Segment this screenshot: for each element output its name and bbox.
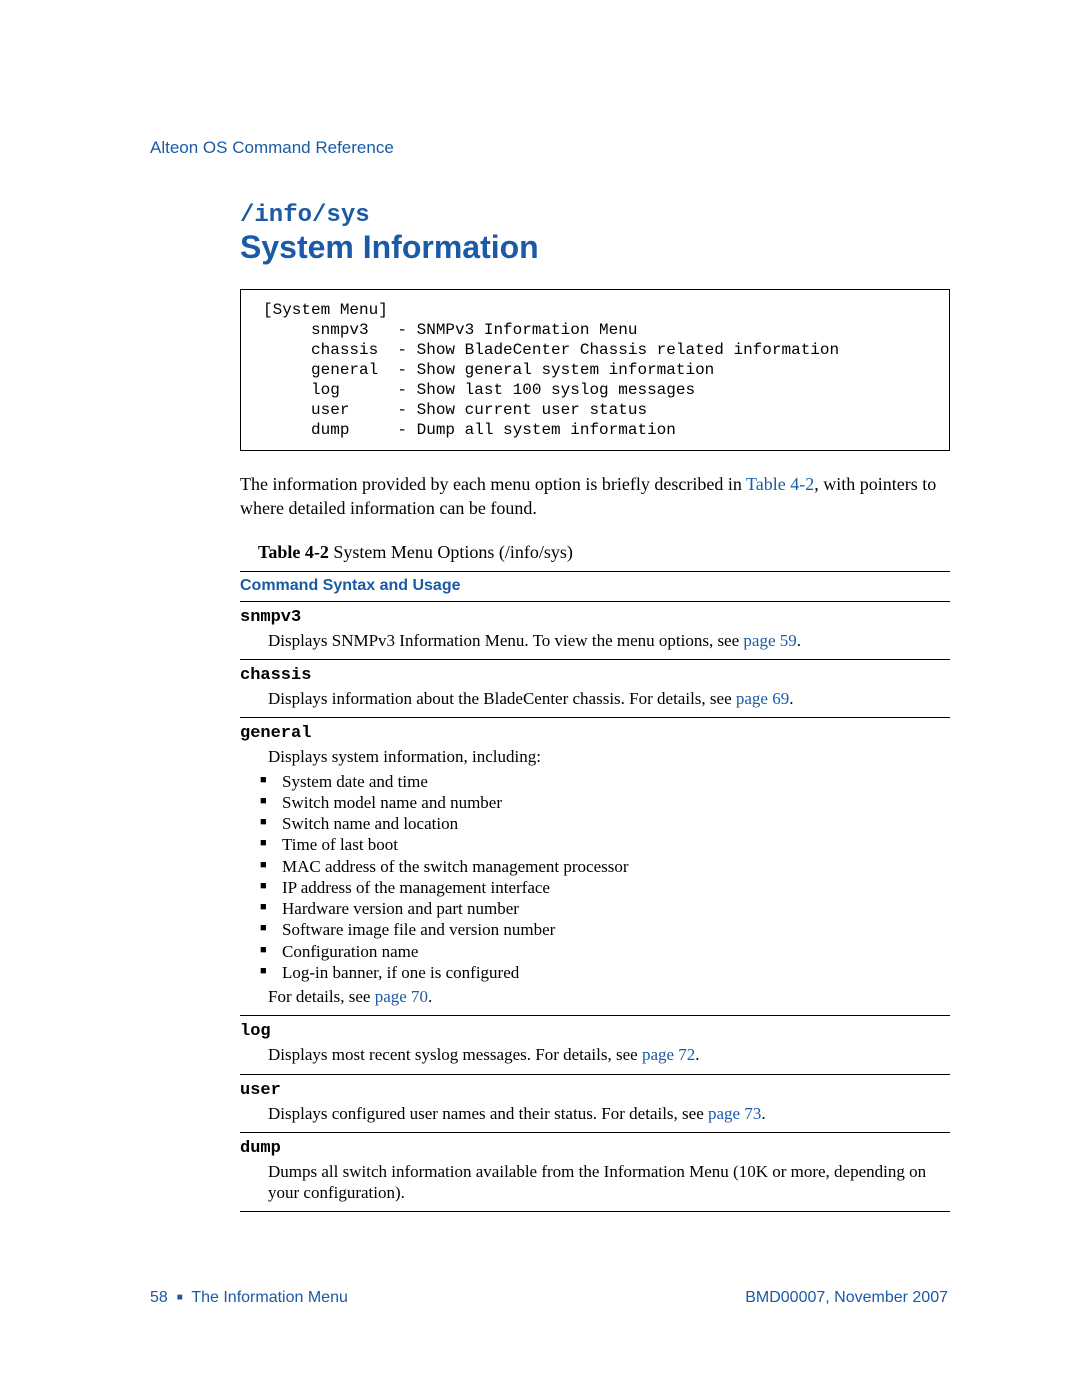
command-desc-outro: For details, see page 70. xyxy=(268,986,950,1007)
system-menu-codebox: [System Menu] snmpv3 - SNMPv3 Informatio… xyxy=(240,289,950,451)
desc-text: Displays most recent syslog messages. Fo… xyxy=(268,1045,642,1064)
desc-text: Displays configured user names and their… xyxy=(268,1104,708,1123)
general-items-list: System date and time Switch model name a… xyxy=(254,771,950,984)
outro-text: For details, see xyxy=(268,987,375,1006)
page-ref-link[interactable]: page 72 xyxy=(642,1045,695,1064)
page-ref-link[interactable]: page 69 xyxy=(736,689,789,708)
page-number: 58 xyxy=(150,1289,168,1306)
list-item: IP address of the management interface xyxy=(282,877,950,898)
desc-after: . xyxy=(761,1104,765,1123)
command-desc-intro: Displays system information, including: xyxy=(268,746,950,767)
command-name: general xyxy=(240,724,950,743)
square-bullet-icon: ■ xyxy=(177,1292,183,1303)
command-name: dump xyxy=(240,1139,950,1158)
footer-left: 58 ■ The Information Menu xyxy=(150,1289,348,1307)
table-row: general Displays system information, inc… xyxy=(240,718,950,1016)
command-name: log xyxy=(240,1022,950,1041)
list-item: Switch name and location xyxy=(282,813,950,834)
table-row: dump Dumps all switch information availa… xyxy=(240,1133,950,1213)
table-row: log Displays most recent syslog messages… xyxy=(240,1016,950,1074)
list-item: Time of last boot xyxy=(282,834,950,855)
command-name: chassis xyxy=(240,666,950,685)
command-name: snmpv3 xyxy=(240,608,950,627)
command-path: /info/sys xyxy=(240,204,950,228)
footer-right: BMD00007, November 2007 xyxy=(745,1289,948,1307)
intro-text-before: The information provided by each menu op… xyxy=(240,474,746,494)
command-desc: Displays SNMPv3 Information Menu. To vie… xyxy=(268,630,950,651)
list-item: Hardware version and part number xyxy=(282,898,950,919)
command-desc: Displays configured user names and their… xyxy=(268,1103,950,1124)
page-ref-link[interactable]: page 59 xyxy=(743,631,796,650)
table-ref-link[interactable]: Table 4-2 xyxy=(746,474,814,494)
section-title: System Information xyxy=(240,230,950,265)
command-desc: Displays information about the BladeCent… xyxy=(268,688,950,709)
page: Alteon OS Command Reference /info/sys Sy… xyxy=(0,0,1080,1397)
command-name: user xyxy=(240,1081,950,1100)
list-item: Log-in banner, if one is configured xyxy=(282,962,950,983)
command-desc: Dumps all switch information available f… xyxy=(268,1161,950,1204)
desc-text: Displays information about the BladeCent… xyxy=(268,689,736,708)
table-row: snmpv3 Displays SNMPv3 Information Menu.… xyxy=(240,602,950,660)
table-row: user Displays configured user names and … xyxy=(240,1075,950,1133)
table-row: chassis Displays information about the B… xyxy=(240,660,950,718)
running-head: Alteon OS Command Reference xyxy=(150,138,950,158)
chapter-name: The Information Menu xyxy=(191,1289,348,1306)
page-ref-link[interactable]: page 73 xyxy=(708,1104,761,1123)
desc-after: . xyxy=(797,631,801,650)
table-caption-text: System Menu Options (/info/sys) xyxy=(329,542,573,562)
list-item: Software image file and version number xyxy=(282,919,950,940)
desc-text: Displays SNMPv3 Information Menu. To vie… xyxy=(268,631,743,650)
list-item: Configuration name xyxy=(282,941,950,962)
table-caption-label: Table 4-2 xyxy=(258,542,329,562)
table-header-row: Command Syntax and Usage xyxy=(240,571,950,602)
command-desc: Displays most recent syslog messages. Fo… xyxy=(268,1044,950,1065)
table-caption: Table 4-2 System Menu Options (/info/sys… xyxy=(258,542,950,563)
main-content: /info/sys System Information [System Men… xyxy=(240,204,950,1212)
intro-paragraph: The information provided by each menu op… xyxy=(240,473,950,520)
list-item: System date and time xyxy=(282,771,950,792)
table-header-text: Command Syntax and Usage xyxy=(240,577,461,594)
page-ref-link[interactable]: page 70 xyxy=(375,987,428,1006)
list-item: Switch model name and number xyxy=(282,792,950,813)
outro-after: . xyxy=(428,987,432,1006)
desc-after: . xyxy=(695,1045,699,1064)
list-item: MAC address of the switch management pro… xyxy=(282,856,950,877)
page-footer: 58 ■ The Information Menu BMD00007, Nove… xyxy=(150,1289,948,1307)
desc-after: . xyxy=(789,689,793,708)
